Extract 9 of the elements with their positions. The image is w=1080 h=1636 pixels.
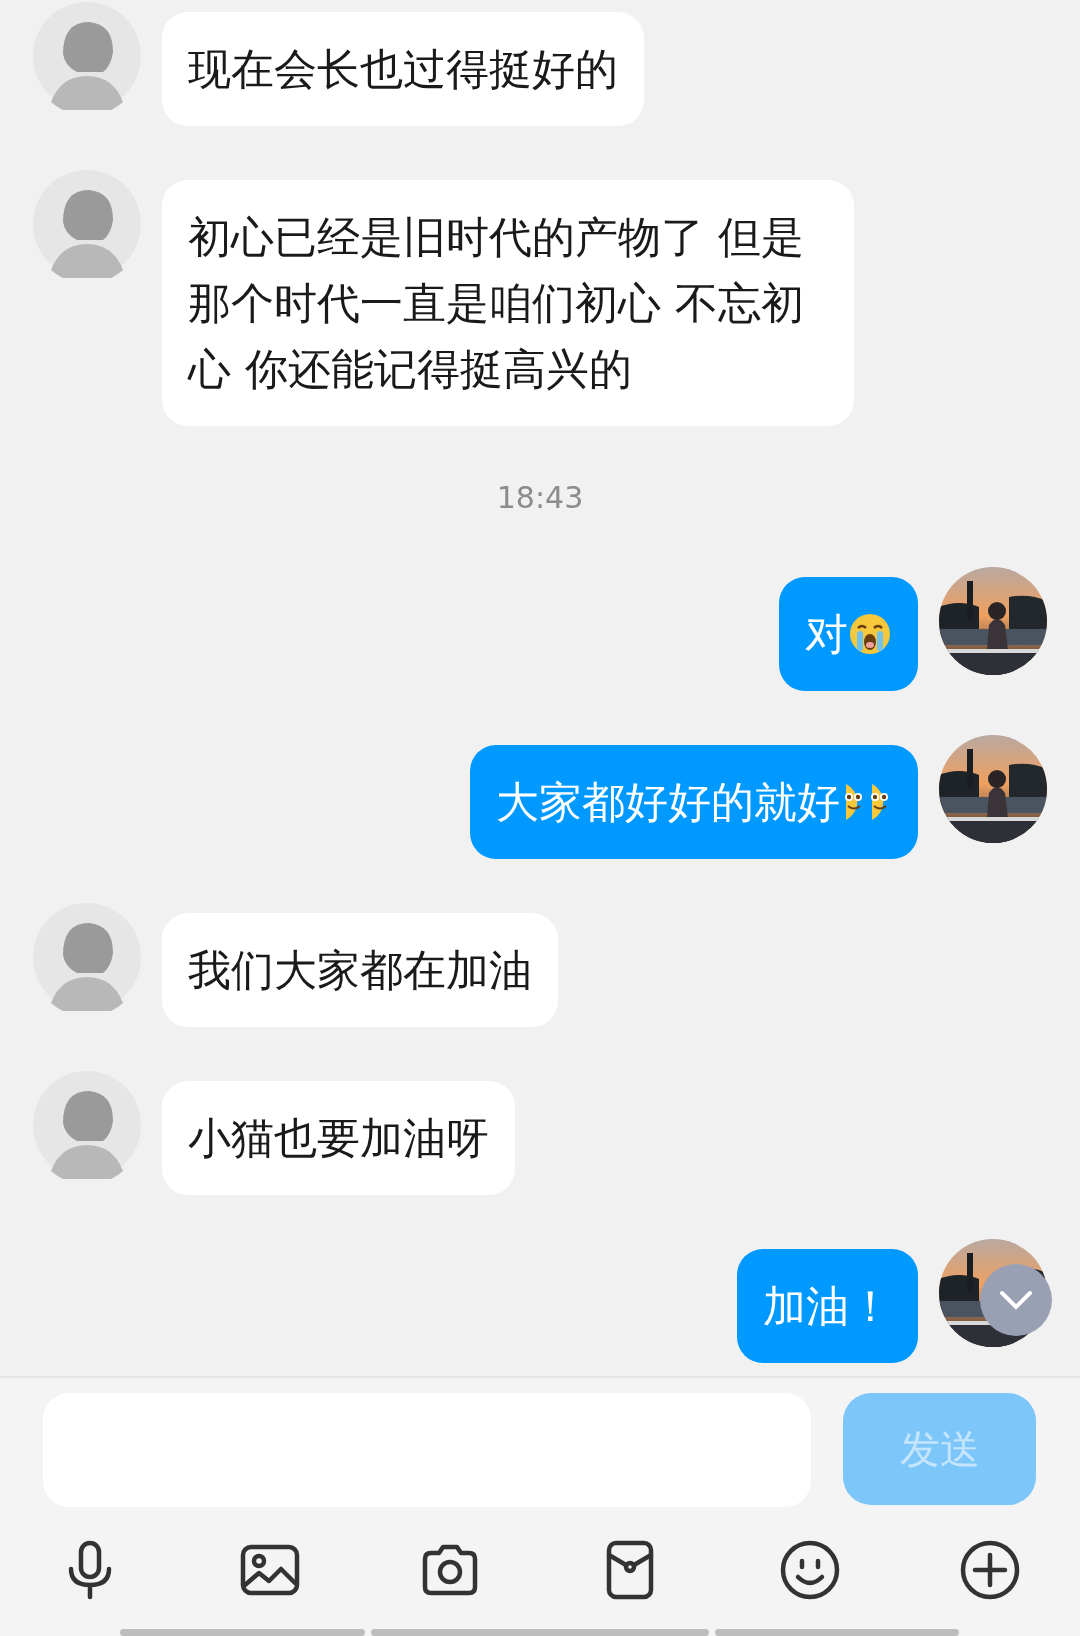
crying-face-icon xyxy=(848,612,892,656)
message-bubble[interactable]: 初心已经是旧时代的产物了 但是那个时代一直是咱们初心 不忘初心 你还能记得挺高兴的 xyxy=(162,180,854,426)
message-text: 大家都好好的就好 xyxy=(496,776,840,829)
timestamp: 18:43 xyxy=(496,480,584,515)
message-bubble[interactable]: 我们大家都在加油 xyxy=(162,913,558,1027)
message-text: 对 xyxy=(805,608,848,661)
message-bubble[interactable]: 现在会长也过得挺好的 xyxy=(162,12,644,126)
chevron-down-icon xyxy=(999,1290,1033,1310)
message-bubble[interactable]: 小猫也要加油呀 xyxy=(162,1081,515,1195)
